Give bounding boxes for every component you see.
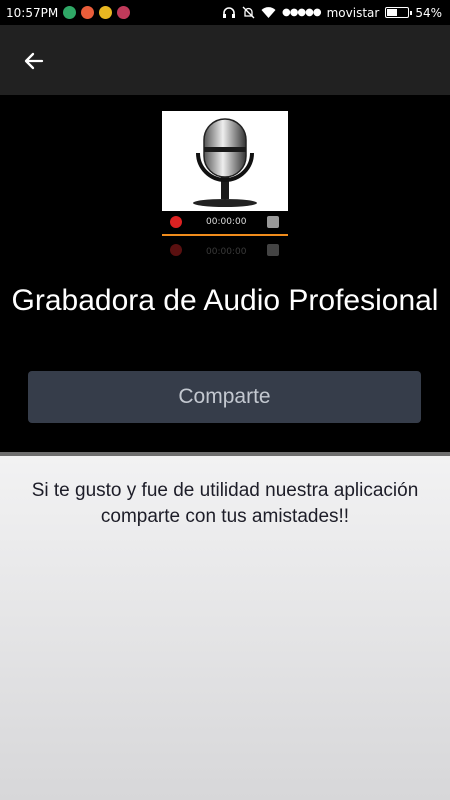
battery-icon [385, 7, 413, 18]
signal-strength: ●●●●● [281, 7, 322, 18]
coin-notification-icon [99, 6, 113, 19]
back-button[interactable] [14, 41, 54, 81]
status-time: 10:57PM [6, 5, 59, 20]
mirror-timer-text: 00:00:00 [206, 247, 247, 257]
battery-fill [387, 9, 398, 16]
image-timer-label: 00:00:00 [206, 217, 247, 227]
app-title: Grabadora de Audio Profesional [11, 284, 439, 317]
battery-percent: 54% [415, 5, 442, 20]
download-notification-icon [63, 6, 77, 19]
wifi-icon [261, 6, 276, 18]
status-bar: 10:57PM ●●●●● movistar 54% [0, 0, 450, 25]
app-bar [0, 25, 450, 95]
app-notification-icon [81, 6, 95, 19]
app-image: 00:00:00 00:00:00 [162, 111, 288, 269]
share-button[interactable]: Comparte [28, 371, 421, 423]
app-hero: 00:00:00 00:00:00 Grabadora de Audio Pro… [0, 95, 450, 452]
bell-off-icon [242, 6, 255, 19]
arrow-left-icon [24, 52, 44, 70]
headphones-icon [222, 7, 235, 18]
carrier-name: movistar [326, 5, 380, 20]
content-panel: Si te gusto y fue de utilidad nuestra ap… [0, 456, 450, 800]
camera-notification-icon [117, 6, 131, 19]
share-message: Si te gusto y fue de utilidad nuestra ap… [31, 480, 419, 527]
